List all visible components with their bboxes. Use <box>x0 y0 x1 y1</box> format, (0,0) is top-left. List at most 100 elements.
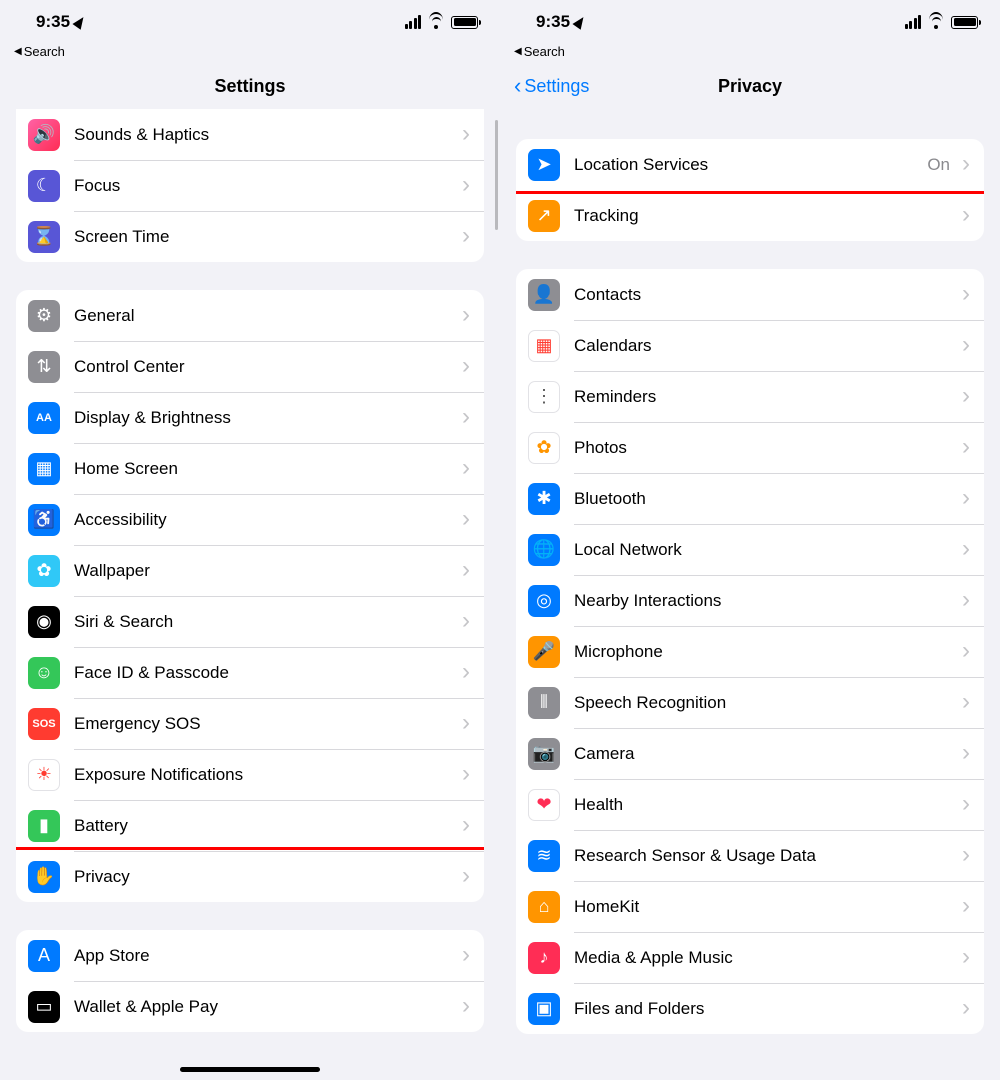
accessibility-icon: ♿ <box>28 504 60 536</box>
row-moon[interactable]: ☾ Focus <box>16 160 484 211</box>
row-reminders[interactable]: ⋮ Reminders <box>516 371 984 422</box>
row-wallet[interactable]: ▭ Wallet & Apple Pay <box>16 981 484 1032</box>
row-label: Siri & Search <box>74 612 472 632</box>
row-globe[interactable]: 🌐Local Network <box>516 524 984 575</box>
wallet-icon: ▭ <box>28 991 60 1023</box>
row-label: Privacy <box>74 867 472 887</box>
back-caret-icon: ◀ <box>14 46 22 57</box>
row-label: Emergency SOS <box>74 714 472 734</box>
sos-icon: SOS <box>28 708 60 740</box>
scrollbar-thumb[interactable] <box>495 120 498 230</box>
switches-icon: ⇅ <box>28 351 60 383</box>
exposure-icon: ☀ <box>28 759 60 791</box>
row-exposure[interactable]: ☀ Exposure Notifications <box>16 749 484 800</box>
location-indicator-icon <box>572 14 587 30</box>
moon-icon: ☾ <box>28 170 60 202</box>
home-icon: ⌂ <box>528 891 560 923</box>
row-label: App Store <box>74 946 472 966</box>
folder-icon: ▣ <box>528 993 560 1025</box>
back-label: Search <box>524 44 565 59</box>
appstore-icon: A <box>28 940 60 972</box>
row-faceid[interactable]: ☺Face ID & Passcode <box>16 647 484 698</box>
row-label: Calendars <box>574 336 972 356</box>
nav-back-label: Settings <box>524 76 589 97</box>
breadcrumb-back[interactable]: ◀ Search <box>0 44 500 63</box>
row-mic[interactable]: 🎤Microphone <box>516 626 984 677</box>
row-label: Accessibility <box>74 510 472 530</box>
photos-icon: ✿ <box>528 432 560 464</box>
home-indicator[interactable] <box>180 1067 320 1072</box>
row-hand[interactable]: ✋ Privacy <box>16 851 484 902</box>
row-contacts[interactable]: 👤Contacts <box>516 269 984 320</box>
speaker-icon: 🔊 <box>28 119 60 151</box>
row-label: Nearby Interactions <box>574 591 972 611</box>
speech-icon: ⦀ <box>528 687 560 719</box>
row-label: Microphone <box>574 642 972 662</box>
back-label: Search <box>24 44 65 59</box>
row-label: Face ID & Passcode <box>74 663 472 683</box>
row-label: Files and Folders <box>574 999 972 1019</box>
row-calendar[interactable]: ▦Calendars <box>516 320 984 371</box>
row-health[interactable]: ❤Health <box>516 779 984 830</box>
breadcrumb-back[interactable]: ◀ Search <box>500 44 1000 63</box>
status-time: 9:35 <box>36 12 70 32</box>
settings-content: 🔊 Sounds & Haptics ☾ Focus ⌛Screen Time ⚙Gen… <box>0 109 500 1080</box>
research-icon: ≋ <box>528 840 560 872</box>
row-detail: On <box>927 155 950 175</box>
row-appstore[interactable]: A App Store <box>16 930 484 981</box>
privacy-content: ➤ Location ServicesOn ↗Tracking 👤Contacts▦… <box>500 109 1000 1080</box>
row-switches[interactable]: ⇅Control Center <box>16 341 484 392</box>
row-label: HomeKit <box>574 897 972 917</box>
row-label: Health <box>574 795 972 815</box>
row-folder[interactable]: ▣ Files and Folders <box>516 983 984 1034</box>
nearby-icon: ◎ <box>528 585 560 617</box>
row-label: Screen Time <box>74 227 472 247</box>
row-label: General <box>74 306 472 326</box>
row-siri[interactable]: ◉Siri & Search <box>16 596 484 647</box>
row-speech[interactable]: ⦀ Speech Recognition <box>516 677 984 728</box>
status-time: 9:35 <box>536 12 570 32</box>
row-label: Location Services <box>574 155 927 175</box>
wifi-icon <box>427 15 445 29</box>
row-sos[interactable]: SOS Emergency SOS <box>16 698 484 749</box>
row-location[interactable]: ➤ Location ServicesOn <box>516 139 984 190</box>
reminders-icon: ⋮ <box>528 381 560 413</box>
row-label: Local Network <box>574 540 972 560</box>
nav-back-button[interactable]: ‹ Settings <box>514 73 589 99</box>
row-label: Focus <box>74 176 472 196</box>
grid-icon: ▦ <box>28 453 60 485</box>
row-speaker[interactable]: 🔊 Sounds & Haptics <box>16 109 484 160</box>
row-label: Speech Recognition <box>574 693 972 713</box>
bluetooth-icon: ✱ <box>528 483 560 515</box>
row-label: Bluetooth <box>574 489 972 509</box>
row-label: Home Screen <box>74 459 472 479</box>
row-flower[interactable]: ✿ Wallpaper <box>16 545 484 596</box>
row-photos[interactable]: ✿Photos <box>516 422 984 473</box>
row-research[interactable]: ≋Research Sensor & Usage Data <box>516 830 984 881</box>
row-battery[interactable]: ▮Battery <box>16 800 484 851</box>
row-label: Exposure Notifications <box>74 765 472 785</box>
row-tracking[interactable]: ↗Tracking <box>516 190 984 241</box>
row-label: Wallet & Apple Pay <box>74 997 472 1017</box>
row-nearby[interactable]: ◎ Nearby Interactions <box>516 575 984 626</box>
flower-icon: ✿ <box>28 555 60 587</box>
row-hourglass[interactable]: ⌛Screen Time <box>16 211 484 262</box>
row-label: Reminders <box>574 387 972 407</box>
tracking-icon: ↗ <box>528 200 560 232</box>
hand-icon: ✋ <box>28 861 60 893</box>
location-icon: ➤ <box>528 149 560 181</box>
row-label: Wallpaper <box>74 561 472 581</box>
battery-icon <box>951 16 978 29</box>
row-gear[interactable]: ⚙General <box>16 290 484 341</box>
status-bar: 9:35 <box>0 0 500 44</box>
row-label: Display & Brightness <box>74 408 472 428</box>
row-camera[interactable]: 📷Camera <box>516 728 984 779</box>
row-home[interactable]: ⌂ HomeKit <box>516 881 984 932</box>
row-bluetooth[interactable]: ✱ Bluetooth <box>516 473 984 524</box>
row-aa[interactable]: AADisplay & Brightness <box>16 392 484 443</box>
row-music[interactable]: ♪Media & Apple Music <box>516 932 984 983</box>
cellular-icon <box>905 15 922 29</box>
row-grid[interactable]: ▦ Home Screen <box>16 443 484 494</box>
row-label: Sounds & Haptics <box>74 125 472 145</box>
row-accessibility[interactable]: ♿ Accessibility <box>16 494 484 545</box>
